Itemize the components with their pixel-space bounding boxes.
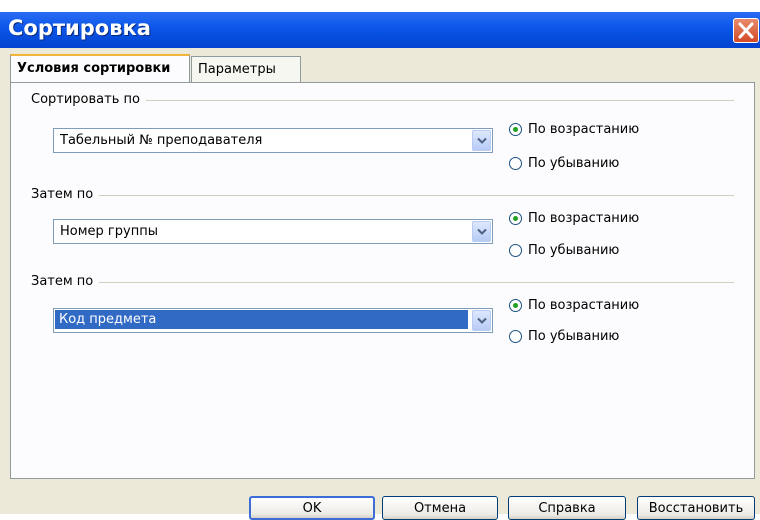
help-button[interactable]: Справка [508, 496, 626, 520]
tab-sort-criteria-label: Условия сортировки [17, 61, 171, 76]
radio-circle [509, 330, 522, 343]
cancel-button[interactable]: Отмена [382, 496, 498, 520]
sort-field-3-dropdown-button[interactable] [472, 310, 491, 331]
chevron-down-icon [477, 317, 487, 324]
sort-field-3-value: Код предмета [55, 310, 468, 329]
sort-field-1-value: Табельный № преподавателя [60, 133, 263, 148]
ok-button[interactable]: OK [249, 496, 375, 520]
radio-dot [513, 303, 518, 308]
sort-field-2-value: Номер группы [60, 224, 158, 239]
sort-2-descending-label: По убыванию [528, 243, 620, 258]
close-button[interactable] [733, 18, 759, 43]
radio-dot [513, 216, 518, 221]
tab-options-label: Параметры [198, 62, 276, 77]
sort-1-descending-label: По убыванию [528, 156, 620, 171]
sort-3-descending-label: По убыванию [528, 329, 620, 344]
sort-field-1-combo[interactable]: Табельный № преподавателя [53, 128, 493, 153]
group-label-then-by-1: Затем по [31, 187, 100, 202]
group-label-then-by-2: Затем по [31, 274, 100, 289]
tab-options[interactable]: Параметры [191, 56, 301, 82]
radio-circle [509, 212, 522, 225]
sort-field-1-dropdown-button[interactable] [472, 130, 491, 151]
sort-field-2-combo[interactable]: Номер группы [53, 219, 493, 244]
sort-3-ascending-label: По возрастанию [528, 298, 640, 313]
chevron-down-icon [477, 137, 487, 144]
sort-field-3-combo[interactable]: Код предмета [53, 308, 493, 333]
sort-2-ascending-label: По возрастанию [528, 211, 640, 226]
group-divider [41, 282, 734, 283]
sort-criteria-panel: Сортировать по Табельный № преподавателя… [10, 82, 755, 479]
group-label-sort-by: Сортировать по [31, 92, 146, 107]
title-bar[interactable]: Сортировка [0, 12, 760, 48]
dialog-title: Сортировка [8, 16, 151, 40]
radio-circle [509, 157, 522, 170]
radio-circle [509, 244, 522, 257]
radio-circle [509, 299, 522, 312]
group-divider [41, 195, 734, 196]
tab-sort-criteria[interactable]: Условия сортировки [10, 54, 190, 82]
sort-dialog: Сортировка Условия сортировки Параметры … [0, 12, 760, 520]
sort-field-2-dropdown-button[interactable] [472, 221, 491, 242]
sort-1-ascending-label: По возрастанию [528, 122, 640, 137]
close-x-icon [738, 22, 754, 39]
reset-button[interactable]: Восстановить [637, 496, 755, 520]
chevron-down-icon [477, 228, 487, 235]
radio-circle [509, 123, 522, 136]
radio-dot [513, 127, 518, 132]
